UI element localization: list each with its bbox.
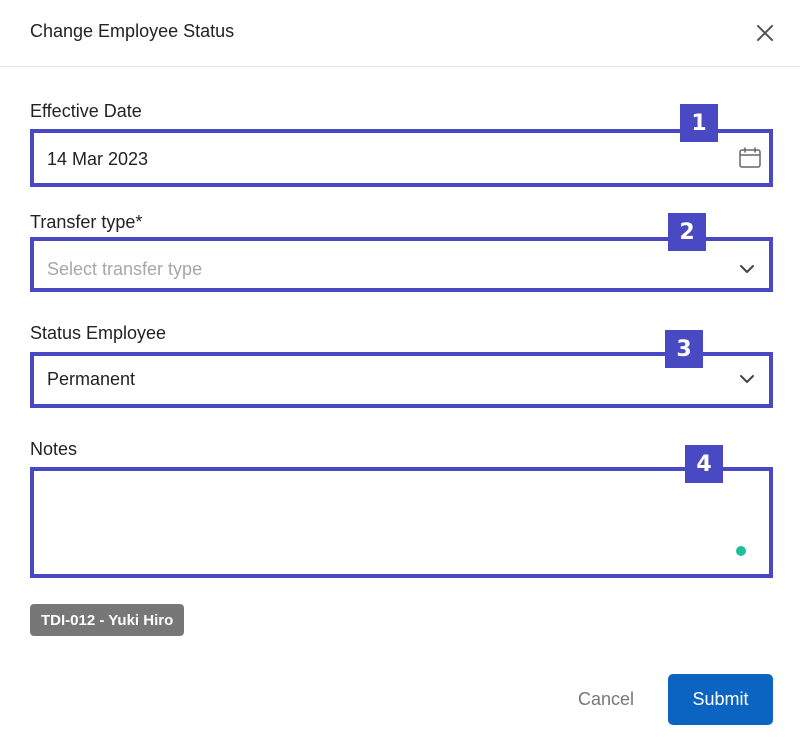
annotation-badge-4: 4 — [685, 445, 723, 483]
notes-textarea[interactable] — [30, 467, 773, 578]
employee-tag-label: TDI-012 - Yuki Hiro — [41, 611, 174, 629]
cancel-button[interactable]: Cancel — [560, 674, 652, 725]
close-icon — [757, 25, 773, 41]
transfer-type-label: Transfer type* — [30, 212, 143, 232]
notes-label: Notes — [30, 439, 78, 459]
dialog-title: Change Employee Status — [30, 21, 235, 41]
calendar-icon[interactable] — [738, 146, 762, 170]
status-employee-value: Permanent — [47, 369, 136, 389]
transfer-type-select[interactable]: Select transfer type — [30, 237, 773, 292]
annotation-badge-3: 3 — [665, 330, 703, 368]
status-dot-icon — [736, 546, 746, 556]
effective-date-label: Effective Date — [30, 101, 142, 121]
annotation-badge-2: 2 — [668, 213, 706, 251]
chevron-down-icon — [740, 265, 754, 273]
chevron-down-icon — [740, 375, 754, 383]
effective-date-value: 14 Mar 2023 — [47, 149, 149, 169]
status-employee-select[interactable]: Permanent — [30, 352, 773, 408]
effective-date-field[interactable]: 14 Mar 2023 — [30, 129, 773, 187]
status-employee-label: Status Employee — [30, 323, 167, 343]
transfer-type-placeholder: Select transfer type — [47, 259, 203, 279]
submit-button[interactable]: Submit — [668, 674, 773, 725]
dialog-header: Change Employee Status — [0, 0, 800, 67]
close-button[interactable] — [752, 20, 778, 46]
annotation-badge-1: 1 — [680, 104, 718, 142]
employee-tag: TDI-012 - Yuki Hiro — [30, 604, 185, 636]
